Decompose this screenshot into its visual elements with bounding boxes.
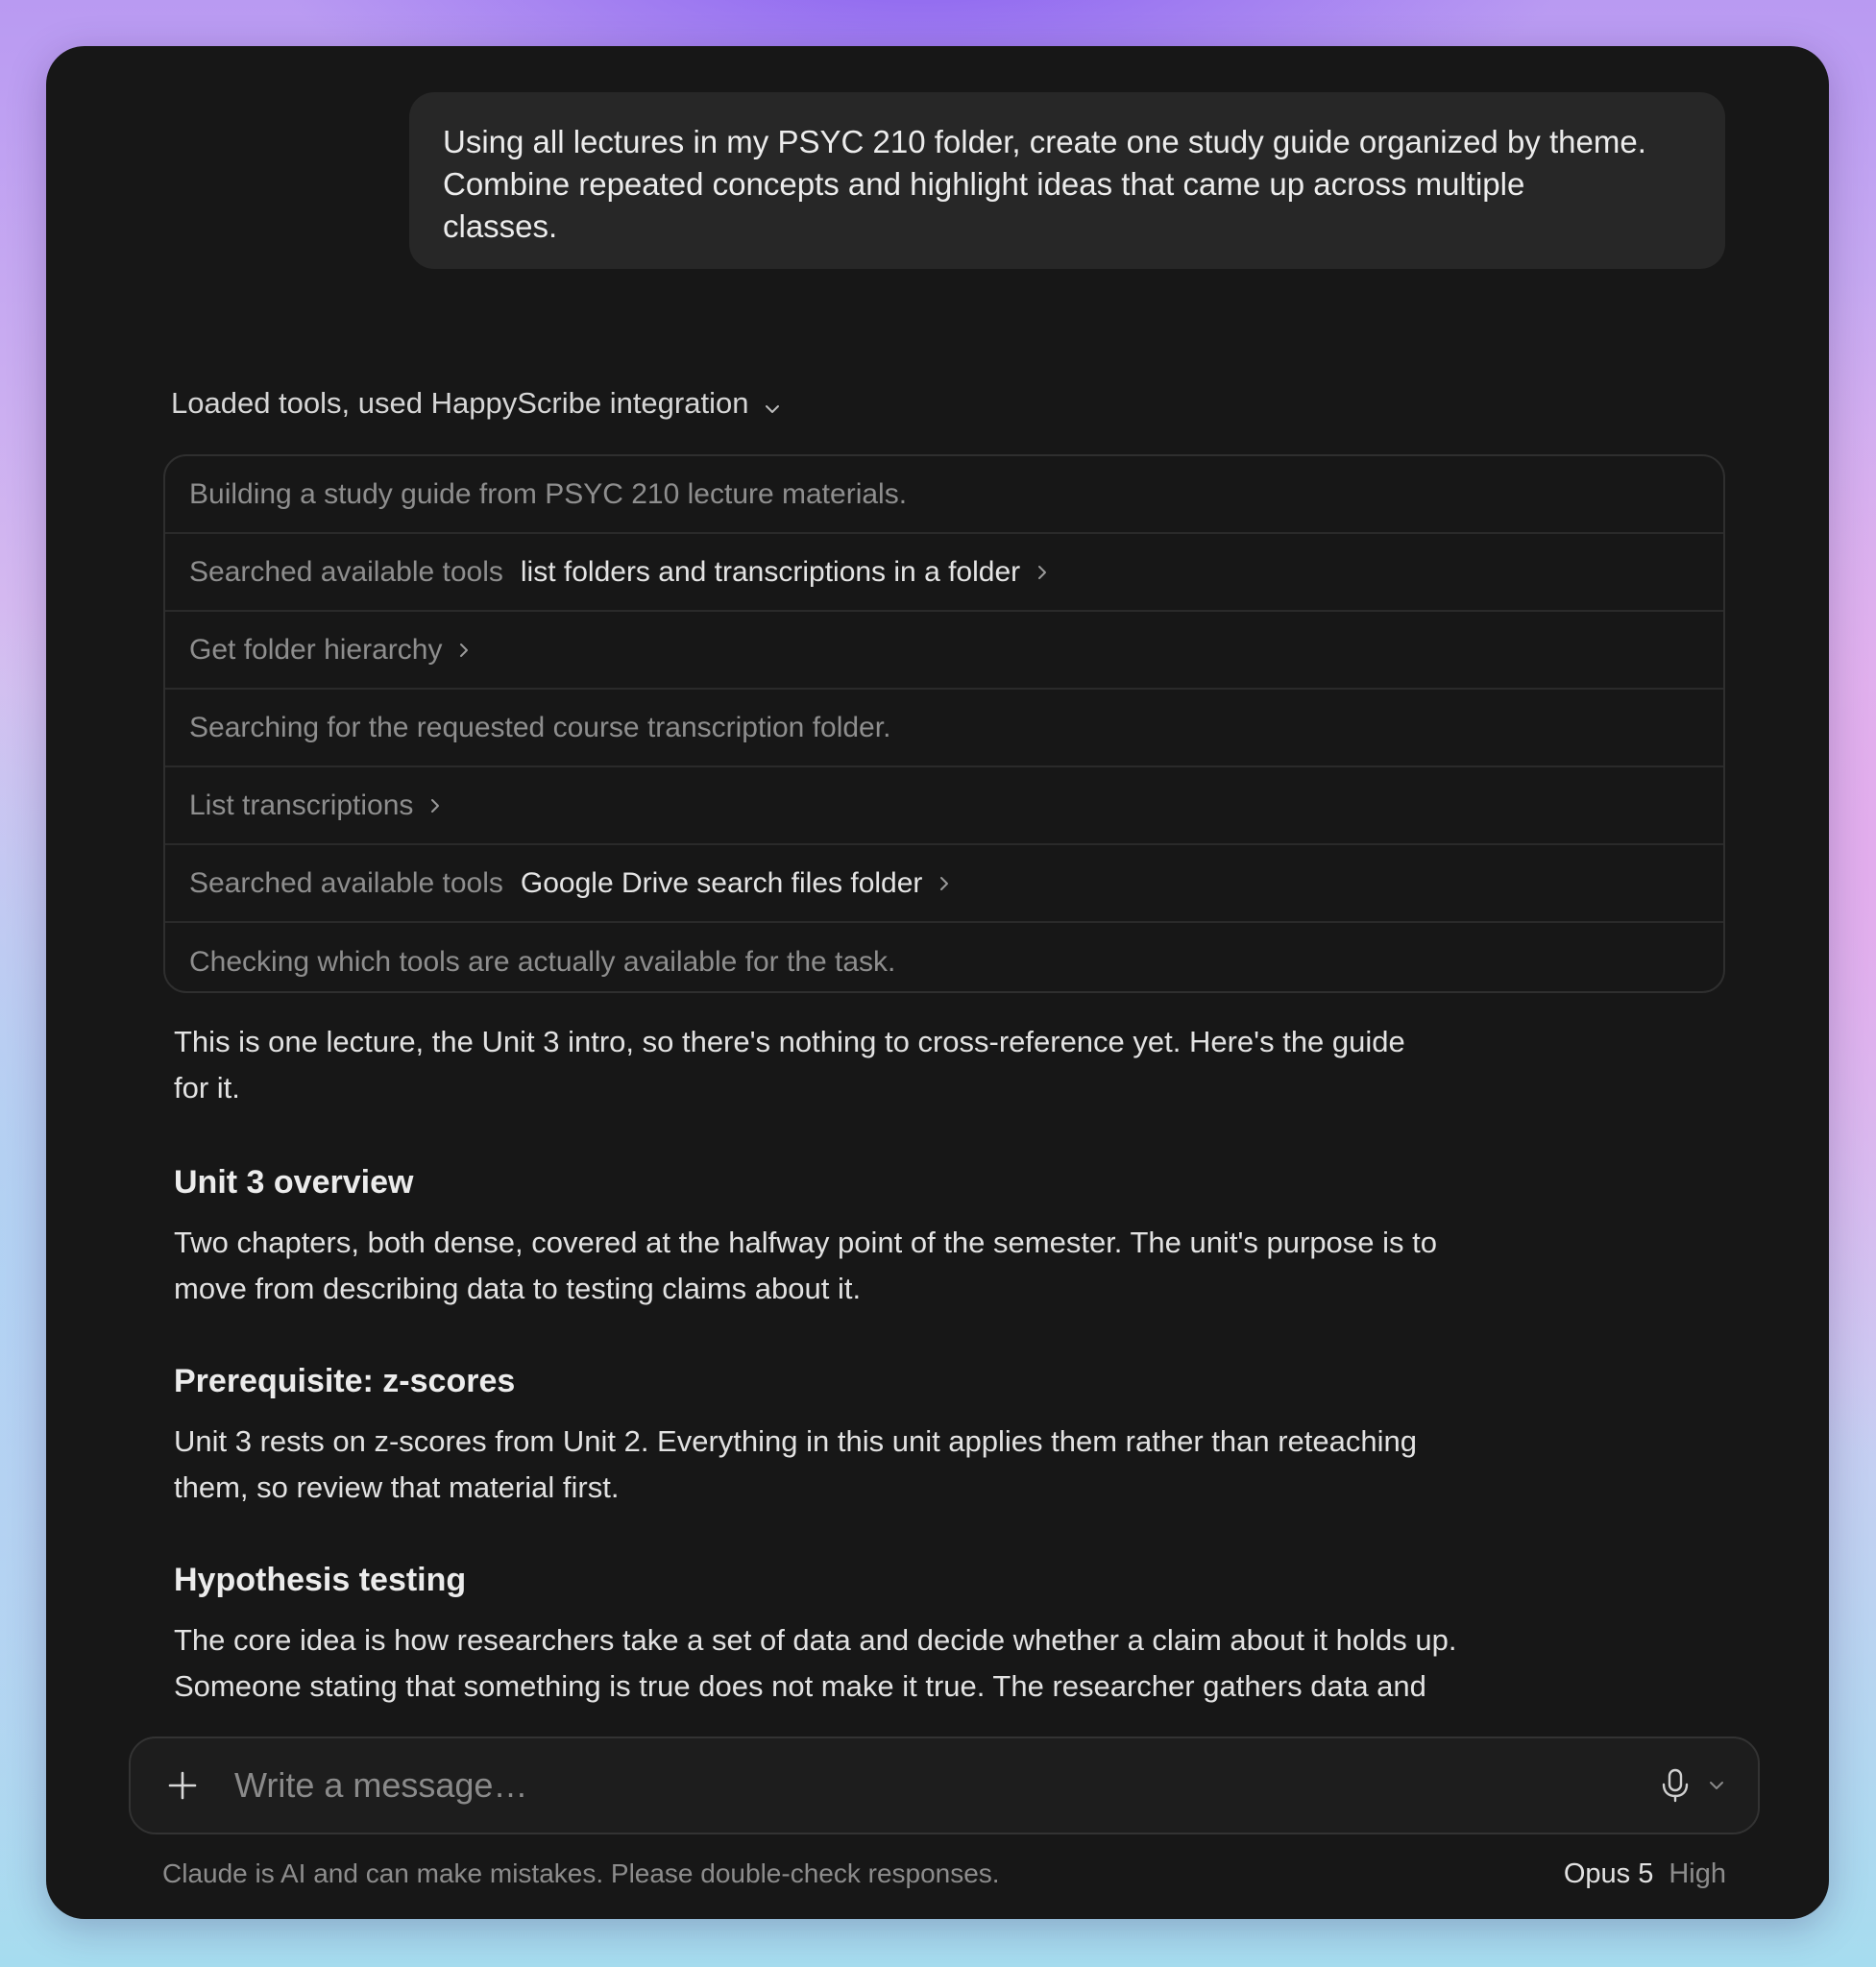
model-selector[interactable]: Opus 5 High: [1564, 1855, 1726, 1893]
response-text-line: for it.: [174, 1071, 240, 1105]
section-body: Unit 3 rests on z-scores from Unit 2. Ev…: [174, 1419, 1557, 1511]
section-body: The core idea is how researchers take a …: [174, 1617, 1557, 1710]
section-heading: Unit 3 overview: [174, 1164, 414, 1201]
message-composer: [129, 1736, 1760, 1834]
response-text-line: Unit 3 rests on z-scores from Unit 2. Ev…: [174, 1424, 1417, 1458]
response-text-line: them, so review that material first.: [174, 1470, 620, 1504]
response-intro: This is one lecture, the Unit 3 intro, s…: [174, 1019, 1557, 1111]
chevron-down-icon[interactable]: [1704, 1773, 1729, 1798]
response-scroll-area[interactable]: This is one lecture, the Unit 3 intro, s…: [46, 46, 1829, 1728]
response-text-line: The core idea is how researchers take a …: [174, 1623, 1457, 1657]
plus-icon[interactable]: [161, 1764, 204, 1807]
response-text-line: move from describing data to testing cla…: [174, 1272, 862, 1305]
model-name[interactable]: Opus 5: [1564, 1855, 1654, 1893]
message-input[interactable]: [232, 1756, 1656, 1815]
disclaimer-text: Claude is AI and can make mistakes. Plea…: [162, 1858, 1000, 1888]
chat-window: Using all lectures in my PSYC 210 folder…: [46, 46, 1829, 1919]
effort-level[interactable]: High: [1669, 1855, 1726, 1893]
response-text-line: Two chapters, both dense, covered at the…: [174, 1226, 1438, 1259]
response-text-line: Someone stating that something is true d…: [174, 1669, 1426, 1703]
section-heading: Hypothesis testing: [174, 1562, 467, 1598]
section-body: Two chapters, both dense, covered at the…: [174, 1220, 1557, 1312]
response-text-line: This is one lecture, the Unit 3 intro, s…: [174, 1025, 1405, 1058]
section-heading: Prerequisite: z-scores: [174, 1363, 516, 1399]
assistant-response: This is one lecture, the Unit 3 intro, s…: [174, 1019, 1557, 1710]
microphone-icon[interactable]: [1656, 1766, 1694, 1805]
